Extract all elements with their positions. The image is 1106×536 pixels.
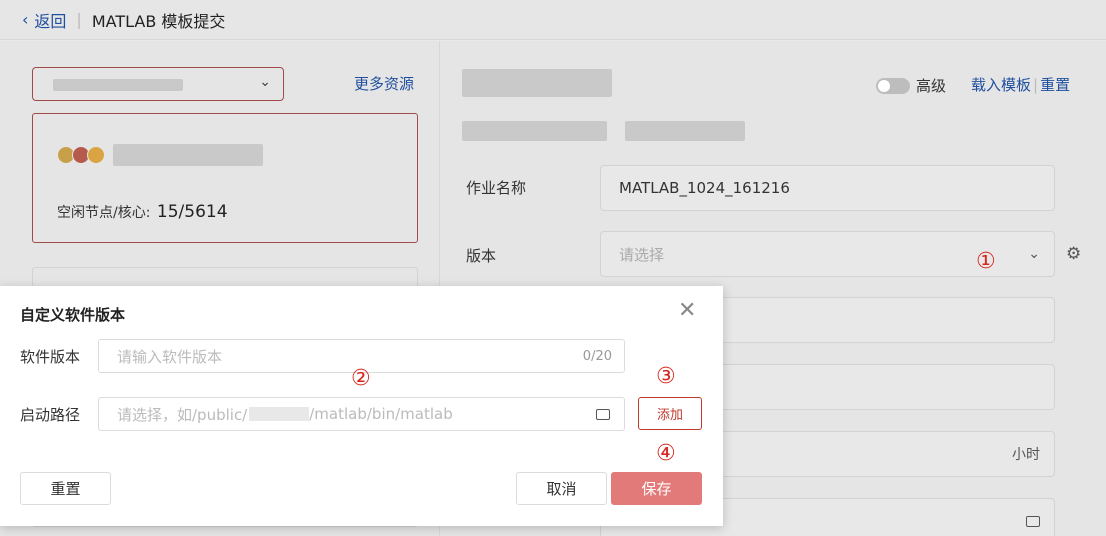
reset-link[interactable]: 重置 — [1040, 76, 1070, 94]
load-template-link[interactable]: 载入模板 — [971, 76, 1031, 94]
annotation-marker: ① — [976, 249, 996, 274]
cluster-select[interactable]: ⌄ — [32, 67, 284, 101]
redacted-text — [249, 407, 310, 421]
toggle-switch[interactable] — [876, 77, 910, 94]
blurred-header — [462, 69, 612, 97]
chevron-left-icon: ‹ — [22, 10, 29, 29]
char-counter: 0/20 — [582, 348, 612, 364]
folder-icon[interactable] — [596, 408, 610, 420]
reset-button[interactable]: 重置 — [20, 472, 111, 505]
back-link[interactable]: ‹ 返回 — [22, 8, 66, 32]
annotation-marker: ④ — [656, 441, 676, 466]
idle-label: 空闲节点/核心: — [57, 205, 151, 221]
version-label: 版本 — [466, 247, 497, 265]
divider: | — [76, 10, 82, 29]
startup-path-placeholder-end: /matlab/bin/matlab — [309, 405, 453, 423]
custom-version-dialog: 自定义软件版本 ✕ 软件版本 请输入软件版本 0/20 ② 启动路径 请选择，如… — [0, 286, 723, 526]
software-version-placeholder: 请输入软件版本 — [117, 347, 223, 366]
cancel-button[interactable]: 取消 — [516, 472, 607, 505]
idle-nodes: 空闲节点/核心: 15/5614 — [57, 202, 228, 222]
hours-unit: 小时 — [1012, 447, 1040, 463]
startup-path-placeholder-start: 请选择，如/public/ — [117, 405, 248, 424]
page-title: MATLAB 模板提交 — [91, 11, 226, 31]
annotation-marker: ③ — [656, 364, 676, 389]
dialog-title: 自定义软件版本 — [20, 306, 126, 324]
chevron-down-icon: ⌄ — [1028, 246, 1040, 262]
back-label: 返回 — [34, 11, 67, 31]
close-icon[interactable]: ✕ — [678, 298, 696, 323]
gear-icon[interactable]: ⚙ — [1066, 244, 1081, 264]
add-button[interactable]: 添加 — [638, 397, 702, 430]
idle-value: 15/5614 — [156, 202, 228, 222]
advanced-toggle[interactable]: 高级 — [876, 75, 946, 96]
avatar-group — [57, 146, 105, 164]
avatar — [87, 146, 105, 164]
startup-path-input[interactable]: 请选择，如/public/ /matlab/bin/matlab — [98, 397, 625, 431]
job-name-input[interactable]: MATLAB_1024_161216 — [600, 165, 1055, 211]
version-placeholder: 请选择 — [619, 245, 665, 264]
folder-icon[interactable] — [1026, 515, 1040, 527]
blurred-subheader — [625, 121, 745, 141]
annotation-marker: ② — [351, 366, 371, 391]
startup-path-label: 启动路径 — [20, 406, 81, 424]
blurred-cluster-name — [113, 144, 263, 166]
more-resources-link[interactable]: 更多资源 — [354, 73, 414, 94]
top-bar: ‹ 返回 | MATLAB 模板提交 — [0, 0, 1106, 40]
advanced-label: 高级 — [916, 77, 947, 95]
blurred-subheader — [462, 121, 607, 141]
divider: | — [1033, 76, 1039, 94]
cluster-card[interactable]: 空闲节点/核心: 15/5614 — [32, 113, 418, 243]
job-name-label: 作业名称 — [466, 179, 527, 197]
software-version-label: 软件版本 — [20, 348, 81, 366]
template-actions: 载入模板 | 重置 — [971, 74, 1070, 95]
save-button[interactable]: 保存 — [611, 472, 702, 505]
blurred-value — [53, 79, 183, 91]
chevron-down-icon: ⌄ — [259, 74, 271, 90]
